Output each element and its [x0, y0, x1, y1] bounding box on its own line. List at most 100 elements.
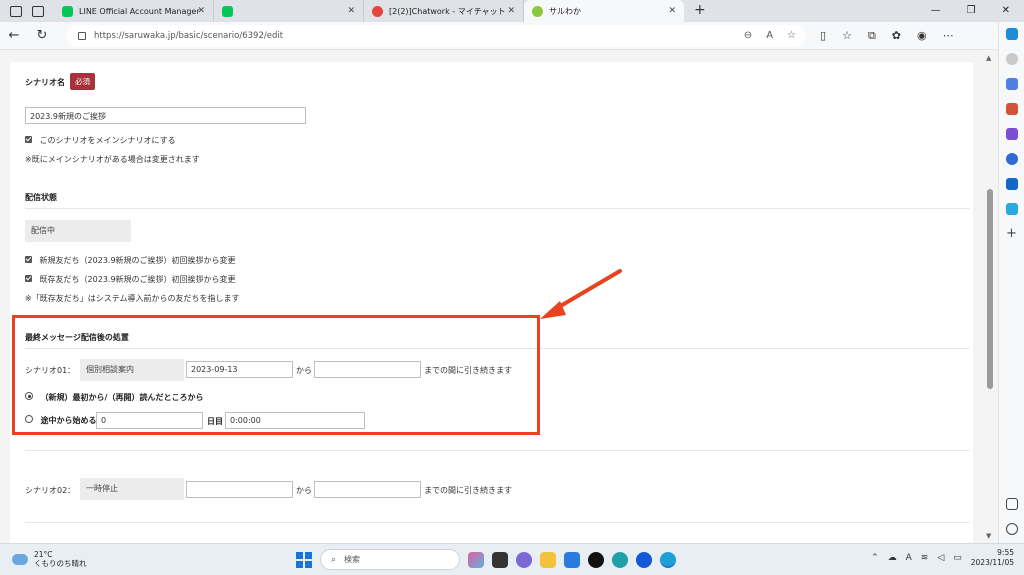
tab-title: サルわか — [549, 6, 581, 16]
temperature: 21°C — [34, 550, 53, 559]
checkbox-checked-icon[interactable] — [25, 256, 32, 263]
back-icon[interactable]: ← — [0, 28, 28, 43]
checkbox-checked-icon[interactable] — [25, 136, 32, 143]
collections-icon[interactable]: ⧉ — [868, 29, 876, 43]
tab-actions-icon[interactable] — [32, 6, 44, 17]
search-icon[interactable] — [1005, 53, 1018, 65]
dell-app-icon[interactable] — [588, 551, 604, 568]
tab-title: [2(2)]Chatwork - マイチャット — [389, 6, 506, 16]
close-icon[interactable]: ✕ — [668, 6, 676, 16]
tab-chatwork[interactable]: [2(2)]Chatwork - マイチャット ✕ — [364, 0, 524, 22]
divider — [25, 450, 970, 451]
tab-line[interactable]: ✕ — [214, 0, 364, 22]
scenario-name-input[interactable]: 2023.9新規のご挨拶 — [25, 107, 306, 124]
more-menu-icon[interactable]: ⋯ — [943, 29, 954, 43]
taskbar-search[interactable]: ⌕ 検索 — [320, 549, 460, 570]
checkbox-checked-icon[interactable] — [25, 275, 32, 282]
from-text: から — [296, 486, 312, 495]
search-icon: ⌕ — [331, 554, 337, 565]
required-badge: 必須 — [70, 73, 95, 90]
task-view-icon[interactable] — [492, 551, 508, 568]
workspaces-icon[interactable] — [10, 6, 22, 17]
browser-tab-bar: LINE Official Account Manager ✕ ✕ [2(2)]… — [0, 0, 1024, 22]
main-scenario-checkbox-label: このシナリオをメインシナリオにする — [39, 136, 176, 145]
main-scenario-note: ※既にメインシナリオがある場合は変更されます — [25, 155, 200, 164]
minimize-icon[interactable]: — — [931, 5, 941, 16]
close-icon[interactable]: ✕ — [197, 6, 205, 16]
system-tray: ⌃ ☁ A ≋ ◁ ▭ 9:55 2023/11/05 — [871, 548, 1014, 568]
settings-gear-icon[interactable] — [1005, 523, 1018, 535]
scenario02-select[interactable]: 一時停止 — [80, 478, 184, 500]
tab-saruwaka[interactable]: サルわか ✕ — [524, 0, 684, 22]
new-friends-row[interactable]: 新規友だち（2023.9新規のご挨拶）初回挨拶から変更 — [25, 255, 236, 266]
taskbar-search-placeholder: 検索 — [344, 555, 361, 564]
scroll-thumb[interactable] — [987, 189, 993, 389]
close-icon[interactable]: ✕ — [347, 6, 355, 16]
windows-start-icon[interactable] — [296, 551, 312, 568]
edge-active-app-icon[interactable] — [660, 551, 676, 568]
clock[interactable]: 9:55 2023/11/05 — [971, 548, 1014, 568]
sidebar-toggle-icon[interactable] — [1005, 498, 1018, 510]
existing-friends-note: ※「既存友だち」はシステム導入前からの友だちを指します — [25, 294, 240, 303]
url-text: https://saruwaka.jp/basic/scenario/6392/… — [94, 30, 284, 41]
wifi-icon[interactable]: ≋ — [921, 553, 929, 563]
url-input[interactable]: https://saruwaka.jp/basic/scenario/6392/… — [66, 24, 806, 47]
edge-sidebar: + — [998, 22, 1024, 543]
address-bar-row: ← ↻ https://saruwaka.jp/basic/scenario/6… — [0, 22, 1024, 50]
microsoft365-icon[interactable] — [1005, 153, 1018, 165]
favorite-star-icon[interactable]: ☆ — [787, 30, 796, 41]
scenario02-label: シナリオ02： — [25, 486, 76, 495]
scroll-up-icon[interactable]: ▲ — [986, 54, 991, 62]
outlook-icon[interactable] — [1005, 178, 1018, 190]
scroll-down-icon[interactable]: ▼ — [986, 532, 991, 540]
new-friends-checkbox-label: 新規友だち（2023.9新規のご挨拶）初回挨拶から変更 — [39, 256, 236, 265]
lock-icon — [78, 31, 86, 40]
scenario02-until-input[interactable] — [314, 481, 421, 498]
scenario-edit-panel: シナリオ名 必須 2023.9新規のご挨拶 このシナリオをメインシナリオにする … — [10, 62, 973, 543]
battery-icon[interactable]: ▭ — [953, 553, 962, 563]
extensions-icon[interactable]: ✿ — [892, 29, 901, 43]
split-screen-icon[interactable]: ▯ — [820, 29, 826, 43]
divider — [25, 208, 970, 209]
tab-line-manager[interactable]: LINE Official Account Manager ✕ — [54, 0, 214, 22]
page-scrollbar[interactable]: ▲ ▼ — [986, 54, 993, 540]
line-icon — [222, 5, 233, 17]
weather-cloud-icon — [12, 553, 28, 565]
existing-friends-row[interactable]: 既存友だち（2023.9新規のご挨拶）初回挨拶から変更 — [25, 274, 236, 285]
chevron-up-icon[interactable]: ⌃ — [871, 553, 879, 563]
close-window-icon[interactable]: ✕ — [1002, 5, 1010, 16]
restore-icon[interactable]: ❐ — [967, 5, 976, 16]
existing-friends-checkbox-label: 既存友だち（2023.9新規のご挨拶）初回挨拶から変更 — [39, 275, 236, 284]
new-tab-button[interactable]: + — [684, 0, 716, 22]
edge-app-icon[interactable] — [612, 551, 628, 568]
games-icon[interactable] — [1005, 128, 1018, 140]
read-aloud-icon[interactable]: A — [766, 30, 773, 41]
weather-widget[interactable]: 21°C くもりのち晴れ — [12, 550, 87, 568]
saruwaka-icon — [532, 5, 543, 17]
app-icon[interactable] — [636, 551, 652, 568]
copilot-app-icon[interactable] — [468, 551, 484, 568]
favorites-icon[interactable]: ☆ — [842, 29, 852, 43]
delivery-status-value: 配信中 — [25, 220, 131, 242]
shopping-tag-icon[interactable] — [1005, 78, 1018, 90]
page-content: シナリオ名 必須 2023.9新規のご挨拶 このシナリオをメインシナリオにする … — [0, 50, 998, 543]
store-app-icon[interactable] — [564, 551, 580, 568]
file-explorer-icon[interactable] — [540, 551, 556, 568]
annotation-highlight-box — [12, 315, 540, 435]
tools-icon[interactable] — [1005, 103, 1018, 115]
scenario02-date-input[interactable] — [186, 481, 293, 498]
copilot-icon[interactable] — [1005, 28, 1018, 40]
profile-icon[interactable]: ◉ — [917, 29, 927, 43]
main-scenario-row[interactable]: このシナリオをメインシナリオにする — [25, 135, 176, 146]
volume-icon[interactable]: ◁ — [937, 553, 944, 563]
ime-icon[interactable]: A — [906, 553, 912, 563]
refresh-icon[interactable]: ↻ — [28, 28, 56, 43]
clock-time: 9:55 — [997, 548, 1014, 557]
onedrive-cloud-icon[interactable]: ☁ — [888, 553, 897, 563]
line-icon — [62, 5, 73, 17]
zoom-icon[interactable]: ⊖ — [744, 30, 752, 41]
drop-icon[interactable] — [1005, 203, 1018, 215]
close-icon[interactable]: ✕ — [507, 6, 515, 16]
add-icon[interactable]: + — [1006, 227, 1018, 240]
chat-app-icon[interactable] — [516, 551, 532, 568]
